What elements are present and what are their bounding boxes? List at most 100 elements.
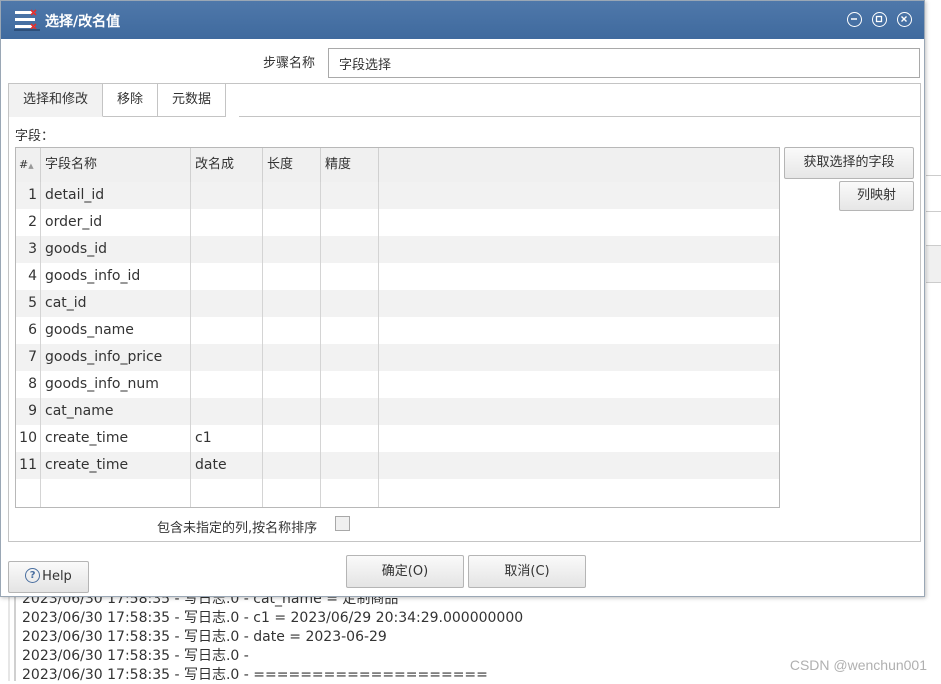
column-header-index[interactable]: #▲ [16, 148, 41, 182]
precision-cell[interactable] [321, 290, 378, 317]
tab-select-modify[interactable]: 选择和修改 [9, 84, 104, 117]
length-cell[interactable] [263, 236, 320, 263]
include-unspecified-label: 包含未指定的列,按名称排序 [157, 521, 318, 536]
rename-to-cell[interactable] [191, 236, 262, 263]
field-name-cell[interactable]: goods_info_price [41, 344, 190, 371]
rename-to-cell[interactable] [191, 398, 262, 425]
rename-to-cell[interactable] [191, 317, 262, 344]
close-button[interactable] [897, 12, 912, 27]
rename-to-cell[interactable] [191, 182, 262, 209]
cancel-button[interactable]: 取消(C) [468, 555, 586, 588]
table-row[interactable]: 10 create_time c1 [16, 425, 779, 452]
table-row[interactable]: 8 goods_info_num [16, 371, 779, 398]
close-icon [901, 16, 907, 22]
tab-remove[interactable]: 移除 [103, 84, 159, 117]
sort-asc-icon: ▲ [28, 162, 34, 170]
table-row[interactable]: 4 goods_info_id [16, 263, 779, 290]
table-row[interactable]: 3 goods_id [16, 236, 779, 263]
precision-cell[interactable] [321, 236, 378, 263]
rename-to-cell[interactable] [191, 344, 262, 371]
precision-cell[interactable] [321, 452, 378, 479]
table-row[interactable]: 1 detail_id [16, 182, 779, 209]
column-header-length[interactable]: 长度 [263, 148, 321, 182]
help-button-label: Help [42, 569, 72, 584]
title-bar[interactable]: 选择/改名值 [1, 1, 924, 39]
row-index-cell: 10 [19, 430, 37, 446]
minimize-button[interactable] [847, 12, 862, 27]
rename-to-cell[interactable] [191, 290, 262, 317]
rename-to-cell[interactable]: date [191, 452, 262, 479]
column-divider [320, 182, 321, 507]
background-window-edge [926, 175, 941, 285]
step-name-input[interactable] [328, 48, 920, 78]
column-header-field-name[interactable]: 字段名称 [41, 148, 191, 182]
column-header-label: # [19, 158, 29, 171]
table-row[interactable]: 11 create_time date [16, 452, 779, 479]
field-name-cell[interactable]: create_time [41, 425, 190, 452]
field-name-cell[interactable]: order_id [41, 209, 190, 236]
select-rename-dialog: 选择/改名值 步骤名称 选择和修改 移除 元数据 字段： [0, 0, 925, 597]
row-index-cell: 7 [28, 349, 37, 365]
field-name-cell[interactable]: goods_info_id [41, 263, 190, 290]
precision-cell[interactable] [321, 209, 378, 236]
length-cell[interactable] [263, 398, 320, 425]
row-index-cell: 2 [28, 214, 37, 230]
field-name-cell[interactable]: cat_id [41, 290, 190, 317]
ok-button[interactable]: 确定(O) [346, 555, 464, 588]
rename-to-cell[interactable] [191, 371, 262, 398]
table-row[interactable]: 6 goods_name [16, 317, 779, 344]
rename-to-cell[interactable]: c1 [191, 425, 262, 452]
column-header-rename-to[interactable]: 改名成 [191, 148, 263, 182]
precision-cell[interactable] [321, 317, 378, 344]
row-index-cell: 5 [28, 295, 37, 311]
include-unspecified-checkbox[interactable] [335, 516, 350, 531]
field-name-cell[interactable]: goods_id [41, 236, 190, 263]
field-name-cell[interactable]: create_time [41, 452, 190, 479]
column-header-precision[interactable]: 精度 [321, 148, 379, 182]
table-row[interactable]: 7 goods_info_price [16, 344, 779, 371]
row-index-cell: 3 [28, 241, 37, 257]
length-cell[interactable] [263, 263, 320, 290]
length-cell[interactable] [263, 209, 320, 236]
maximize-button[interactable] [872, 12, 887, 27]
rename-to-cell[interactable] [191, 263, 262, 290]
row-index-cell: 11 [19, 457, 37, 473]
length-cell[interactable] [263, 425, 320, 452]
table-row[interactable]: 2 order_id [16, 209, 779, 236]
length-cell[interactable] [263, 182, 320, 209]
precision-cell[interactable] [321, 398, 378, 425]
precision-cell[interactable] [321, 263, 378, 290]
help-button[interactable]: ? Help [8, 561, 89, 593]
length-cell[interactable] [263, 371, 320, 398]
precision-cell[interactable] [321, 182, 378, 209]
log-line: 2023/06/30 17:58:35 - 写日志.0 - date = 202… [22, 629, 387, 645]
column-mapping-button[interactable]: 列映射 [839, 181, 914, 211]
precision-cell[interactable] [321, 425, 378, 452]
precision-cell[interactable] [321, 371, 378, 398]
table-row[interactable]: 5 cat_id [16, 290, 779, 317]
row-index-cell: 4 [28, 268, 37, 284]
column-divider [40, 182, 41, 507]
length-cell[interactable] [263, 317, 320, 344]
step-name-label: 步骤名称 [263, 56, 316, 71]
fields-table[interactable]: #▲ 字段名称 改名成 长度 精度 1 detail_id 2 order_id 3 go… [15, 147, 780, 508]
get-selected-fields-button[interactable]: 获取选择的字段 [784, 147, 914, 179]
precision-cell[interactable] [321, 344, 378, 371]
rename-to-cell[interactable] [191, 209, 262, 236]
column-divider [190, 182, 191, 507]
tab-metadata[interactable]: 元数据 [158, 84, 227, 117]
length-cell[interactable] [263, 290, 320, 317]
log-line: 2023/06/30 17:58:35 - 写日志.0 - c1 = 2023/… [22, 610, 524, 626]
watermark: CSDN @wenchun001 [789, 657, 927, 673]
row-index-cell: 9 [28, 403, 37, 419]
field-name-cell[interactable]: goods_name [41, 317, 190, 344]
field-name-cell[interactable]: detail_id [41, 182, 190, 209]
length-cell[interactable] [263, 452, 320, 479]
table-row[interactable]: 9 cat_name [16, 398, 779, 425]
dialog-title: 选择/改名值 [45, 14, 121, 30]
fields-label: 字段： [15, 129, 55, 144]
field-name-cell[interactable]: goods_info_num [41, 371, 190, 398]
length-cell[interactable] [263, 344, 320, 371]
table-header: #▲ 字段名称 改名成 长度 精度 [16, 148, 779, 183]
field-name-cell[interactable]: cat_name [41, 398, 190, 425]
